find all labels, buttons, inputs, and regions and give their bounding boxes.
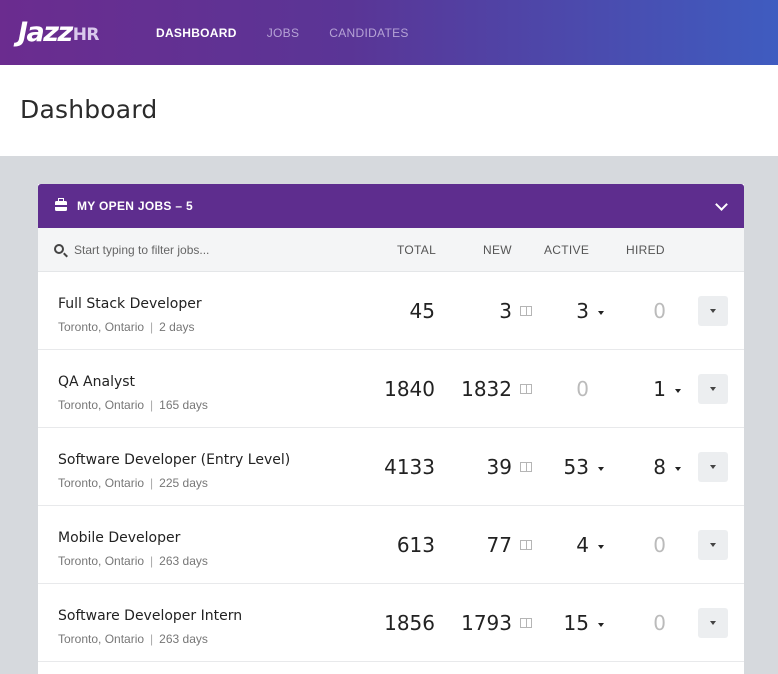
job-title-link[interactable]: Software Developer Intern xyxy=(58,608,242,624)
job-age: 263 days xyxy=(159,554,208,568)
job-meta: Toronto, Ontario | 263 days xyxy=(58,554,208,568)
hired-dropdown-caret-icon[interactable] xyxy=(675,467,681,471)
meta-separator: | xyxy=(150,632,154,646)
new-count[interactable]: 77 xyxy=(487,533,512,557)
active-dropdown-caret-icon[interactable] xyxy=(598,467,604,471)
board-icon[interactable] xyxy=(520,618,532,628)
hired-count: 0 xyxy=(653,611,666,635)
hired-count[interactable]: 1 xyxy=(653,377,666,401)
nav-dashboard[interactable]: DASHBOARD xyxy=(156,26,237,40)
hired-count[interactable]: 8 xyxy=(653,455,666,479)
job-list: Full Stack Developer Toronto, Ontario | 2 d… xyxy=(38,272,744,662)
meta-separator: | xyxy=(150,320,154,334)
job-row[interactable]: Software Developer (Entry Level) Toronto,… xyxy=(38,428,744,506)
filter-bar: TOTAL NEW ACTIVE HIRED xyxy=(38,228,744,272)
new-count[interactable]: 39 xyxy=(487,455,512,479)
active-count[interactable]: 53 xyxy=(564,455,589,479)
total-count[interactable]: 1840 xyxy=(384,377,435,401)
active-count[interactable]: 15 xyxy=(564,611,589,635)
open-jobs-title: MY OPEN JOBS – 5 xyxy=(77,199,193,213)
job-actions-button[interactable] xyxy=(698,296,728,326)
meta-separator: | xyxy=(150,398,154,412)
search-icon xyxy=(54,244,64,254)
nav-candidates[interactable]: CANDIDATES xyxy=(329,26,408,40)
job-location: Toronto, Ontario xyxy=(58,476,145,490)
chevron-down-icon[interactable] xyxy=(715,198,728,211)
main-nav: DASHBOARD JOBS CANDIDATES xyxy=(156,0,439,65)
job-age: 263 days xyxy=(159,632,208,646)
logo-suffix: HR xyxy=(72,25,100,45)
job-row[interactable]: Software Developer Intern Toronto, Ontari… xyxy=(38,584,744,662)
job-row[interactable]: QA Analyst Toronto, Ontario | 165 days 1840 1… xyxy=(38,350,744,428)
job-title-link[interactable]: Full Stack Developer xyxy=(58,296,202,312)
job-actions-button[interactable] xyxy=(698,608,728,638)
board-icon[interactable] xyxy=(520,462,532,472)
job-age: 165 days xyxy=(159,398,208,412)
meta-separator: | xyxy=(150,554,154,568)
total-count[interactable]: 45 xyxy=(410,299,435,323)
job-location: Toronto, Ontario xyxy=(58,554,145,568)
new-count[interactable]: 1832 xyxy=(461,377,512,401)
column-header-total[interactable]: TOTAL xyxy=(397,243,436,257)
job-age: 225 days xyxy=(159,476,208,490)
hired-count: 0 xyxy=(653,299,666,323)
hired-count: 0 xyxy=(653,533,666,557)
job-meta: Toronto, Ontario | 263 days xyxy=(58,632,208,646)
active-count[interactable]: 4 xyxy=(576,533,589,557)
job-meta: Toronto, Ontario | 225 days xyxy=(58,476,208,490)
open-jobs-panel: MY OPEN JOBS – 5 TOTAL NEW ACTIVE HIRED … xyxy=(38,184,744,674)
new-count[interactable]: 1793 xyxy=(461,611,512,635)
job-row[interactable]: Mobile Developer Toronto, Ontario | 263 day… xyxy=(38,506,744,584)
job-location: Toronto, Ontario xyxy=(58,398,145,412)
job-location: Toronto, Ontario xyxy=(58,320,145,334)
jazzhr-logo[interactable]: Jazz HR xyxy=(18,17,100,48)
job-meta: Toronto, Ontario | 165 days xyxy=(58,398,208,412)
page-title: Dashboard xyxy=(20,95,158,124)
meta-separator: | xyxy=(150,476,154,490)
job-actions-button[interactable] xyxy=(698,530,728,560)
column-header-active[interactable]: ACTIVE xyxy=(544,243,589,257)
top-navigation-bar: Jazz HR DASHBOARD JOBS CANDIDATES xyxy=(0,0,778,65)
board-icon[interactable] xyxy=(520,384,532,394)
job-actions-button[interactable] xyxy=(698,374,728,404)
job-location: Toronto, Ontario xyxy=(58,632,145,646)
job-title-link[interactable]: Software Developer (Entry Level) xyxy=(58,452,290,468)
new-count[interactable]: 3 xyxy=(499,299,512,323)
page-header: Dashboard xyxy=(0,65,778,156)
job-title-link[interactable]: QA Analyst xyxy=(58,374,135,390)
job-actions-button[interactable] xyxy=(698,452,728,482)
total-count[interactable]: 4133 xyxy=(384,455,435,479)
board-icon[interactable] xyxy=(520,540,532,550)
column-header-hired[interactable]: HIRED xyxy=(626,243,665,257)
active-count: 0 xyxy=(576,377,589,401)
logo-text: Jazz xyxy=(18,17,73,48)
job-age: 2 days xyxy=(159,320,195,334)
active-dropdown-caret-icon[interactable] xyxy=(598,545,604,549)
active-dropdown-caret-icon[interactable] xyxy=(598,311,604,315)
total-count[interactable]: 613 xyxy=(397,533,435,557)
open-jobs-panel-header[interactable]: MY OPEN JOBS – 5 xyxy=(38,184,744,228)
board-icon[interactable] xyxy=(520,306,532,316)
filter-jobs-input[interactable] xyxy=(74,240,374,260)
hired-dropdown-caret-icon[interactable] xyxy=(675,389,681,393)
job-title-link[interactable]: Mobile Developer xyxy=(58,530,180,546)
job-row[interactable]: Full Stack Developer Toronto, Ontario | 2 d… xyxy=(38,272,744,350)
total-count[interactable]: 1856 xyxy=(384,611,435,635)
active-dropdown-caret-icon[interactable] xyxy=(598,623,604,627)
nav-jobs[interactable]: JOBS xyxy=(267,26,300,40)
briefcase-icon xyxy=(55,198,67,211)
active-count[interactable]: 3 xyxy=(576,299,589,323)
job-meta: Toronto, Ontario | 2 days xyxy=(58,320,195,334)
column-header-new[interactable]: NEW xyxy=(483,243,512,257)
